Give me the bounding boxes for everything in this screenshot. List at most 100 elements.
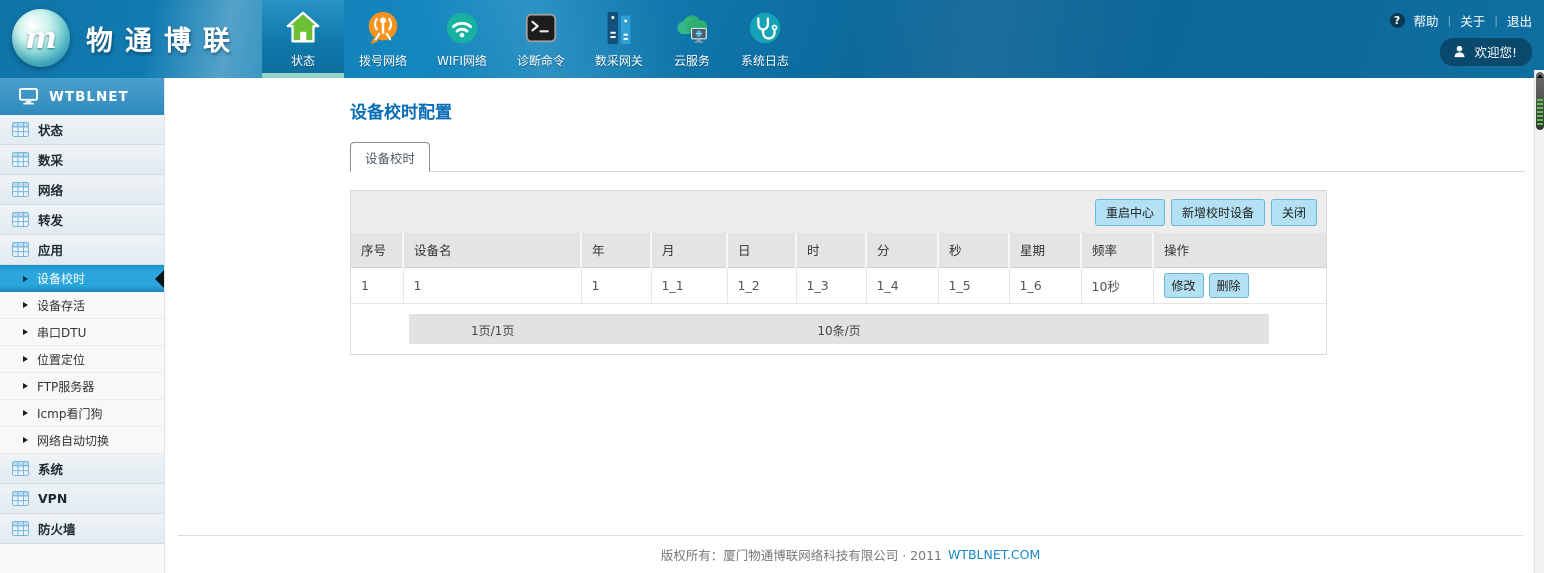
grid-table-icon (12, 491, 29, 506)
sidebar-item-vpn[interactable]: VPN (0, 484, 164, 514)
column-header: 时 (796, 233, 866, 267)
grid-table-icon (12, 212, 29, 227)
nav-item-data-gateway[interactable]: 数采网关 (580, 0, 658, 78)
about-link[interactable]: 关于 (1460, 11, 1485, 30)
column-header: 秒 (938, 233, 1009, 267)
nav-label: 数采网关 (595, 52, 643, 69)
cell-device-name: 1 (403, 267, 581, 303)
column-header: 频率 (1081, 233, 1153, 267)
sidebar-item-firewall[interactable]: 防火墙 (0, 514, 164, 544)
nav-label: 云服务 (674, 52, 710, 69)
sidebar-item-system[interactable]: 系统 (0, 454, 164, 484)
sidebar-subitem-icmp-watchdog[interactable]: Icmp看门狗 (0, 400, 164, 427)
copyright-text: 版权所有：厦门物通博联网络科技有限公司 · 2011 (661, 545, 942, 564)
cell-minute: 1_4 (866, 267, 938, 303)
nav-label: 拨号网络 (359, 52, 407, 69)
grid-table-icon (12, 122, 29, 137)
top-header: m 物通博联 状态 拨号网络 (0, 0, 1544, 78)
sidebar-subitem-label: 设备校时 (37, 270, 85, 287)
sidebar-item-forward[interactable]: 转发 (0, 205, 164, 235)
sidebar-item-status[interactable]: 状态 (0, 115, 164, 145)
welcome-badge[interactable]: 欢迎您! (1440, 38, 1532, 66)
per-page-indicator: 10条/页 (817, 322, 860, 339)
triangle-bullet-icon (23, 329, 28, 335)
tab-device-timing[interactable]: 设备校时 (350, 142, 430, 172)
sidebar-subitem-label: 串口DTU (37, 324, 86, 341)
top-links: ? 帮助 | 关于 | 退出 (1390, 11, 1532, 30)
nav-item-dialup-network[interactable]: 拨号网络 (344, 0, 422, 78)
pagination-area: 1页/1页 10条/页 (351, 304, 1326, 354)
sidebar-subitem-device-keepalive[interactable]: 设备存活 (0, 292, 164, 319)
close-button[interactable]: 关闭 (1271, 199, 1317, 226)
sidebar: WTBLNET 状态 数采 网络 转发 应用 设备校时 设备存活 (0, 78, 165, 573)
sidebar-header: WTBLNET (0, 78, 164, 115)
panel-toolbar: 重启中心 新增校时设备 关闭 (351, 191, 1326, 233)
footer-site-link[interactable]: WTBLNET.COM (948, 547, 1040, 562)
grid-table-icon (12, 461, 29, 476)
page-title: 设备校时配置 (350, 98, 452, 123)
edit-button[interactable]: 修改 (1164, 273, 1204, 298)
sidebar-item-label: 防火墙 (38, 519, 76, 538)
wifi-icon (443, 9, 481, 47)
logo-globe-icon: m (12, 9, 70, 67)
sidebar-subitem-label: 位置定位 (37, 351, 85, 368)
sidebar-subitem-label: Icmp看门狗 (37, 405, 102, 422)
sidebar-item-label: 状态 (38, 120, 63, 139)
triangle-bullet-icon (23, 410, 28, 416)
column-header: 设备名 (403, 233, 581, 267)
triangle-bullet-icon (23, 356, 28, 362)
sidebar-title: WTBLNET (49, 89, 129, 105)
cell-year: 1 (581, 267, 651, 303)
gateway-servers-icon (600, 9, 638, 47)
cell-index: 1 (351, 267, 403, 303)
page-indicator: 1页/1页 (471, 322, 514, 339)
delete-button[interactable]: 删除 (1209, 273, 1249, 298)
pagination-bar[interactable]: 1页/1页 10条/页 (409, 314, 1269, 344)
sidebar-subitem-serial-dtu[interactable]: 串口DTU (0, 319, 164, 346)
link-separator: | (1494, 14, 1498, 27)
triangle-bullet-icon (23, 302, 28, 308)
cell-second: 1_5 (938, 267, 1009, 303)
triangle-bullet-icon (23, 437, 28, 443)
cell-frequency: 10秒 (1081, 267, 1153, 303)
grid-table-icon (12, 152, 29, 167)
link-separator: | (1448, 14, 1452, 27)
vertical-scrollbar-track[interactable] (1534, 70, 1544, 573)
sidebar-item-application[interactable]: 应用 (0, 235, 164, 265)
sidebar-item-label: VPN (38, 491, 67, 506)
column-header: 序号 (351, 233, 403, 267)
restart-center-button[interactable]: 重启中心 (1095, 199, 1165, 226)
scrollbar-thumb[interactable] (1536, 72, 1544, 130)
sidebar-subitem-network-auto-switch[interactable]: 网络自动切换 (0, 427, 164, 454)
sidebar-item-label: 网络 (38, 180, 63, 199)
person-icon (1453, 45, 1466, 58)
nav-item-status[interactable]: 状态 (262, 0, 344, 78)
device-timing-panel: 重启中心 新增校时设备 关闭 序号 设备名 年 月 日 (350, 190, 1327, 355)
triangle-bullet-icon (23, 276, 28, 282)
scrollbar-grip-icon (1537, 99, 1543, 125)
sidebar-item-label: 系统 (38, 459, 63, 478)
sidebar-subitem-location[interactable]: 位置定位 (0, 346, 164, 373)
table-header-row: 序号 设备名 年 月 日 时 分 秒 星期 频率 操作 (351, 233, 1326, 267)
top-nav: 状态 拨号网络 WI (262, 0, 804, 78)
help-link[interactable]: 帮助 (1414, 11, 1439, 30)
add-timing-device-button[interactable]: 新增校时设备 (1171, 199, 1265, 226)
grid-table-icon (12, 242, 29, 257)
column-header: 年 (581, 233, 651, 267)
nav-item-wifi-network[interactable]: WIFI网络 (422, 0, 502, 78)
nav-item-diagnostic-command[interactable]: 诊断命令 (502, 0, 580, 78)
nav-item-cloud-service[interactable]: 云服务 (658, 0, 726, 78)
sidebar-item-label: 数采 (38, 150, 63, 169)
logout-link[interactable]: 退出 (1507, 11, 1532, 30)
sidebar-subitem-device-timing[interactable]: 设备校时 (0, 265, 164, 292)
logo-letter: m (25, 21, 57, 56)
nav-item-system-log[interactable]: 系统日志 (726, 0, 804, 78)
sidebar-subitem-ftp-server[interactable]: FTP服务器 (0, 373, 164, 400)
terminal-icon (522, 9, 560, 47)
page-footer: 版权所有：厦门物通博联网络科技有限公司 · 2011 WTBLNET.COM (178, 535, 1523, 573)
nav-label: 诊断命令 (517, 52, 565, 69)
sidebar-item-data-collect[interactable]: 数采 (0, 145, 164, 175)
nav-label: 系统日志 (741, 52, 789, 69)
column-header: 星期 (1009, 233, 1081, 267)
sidebar-item-network[interactable]: 网络 (0, 175, 164, 205)
